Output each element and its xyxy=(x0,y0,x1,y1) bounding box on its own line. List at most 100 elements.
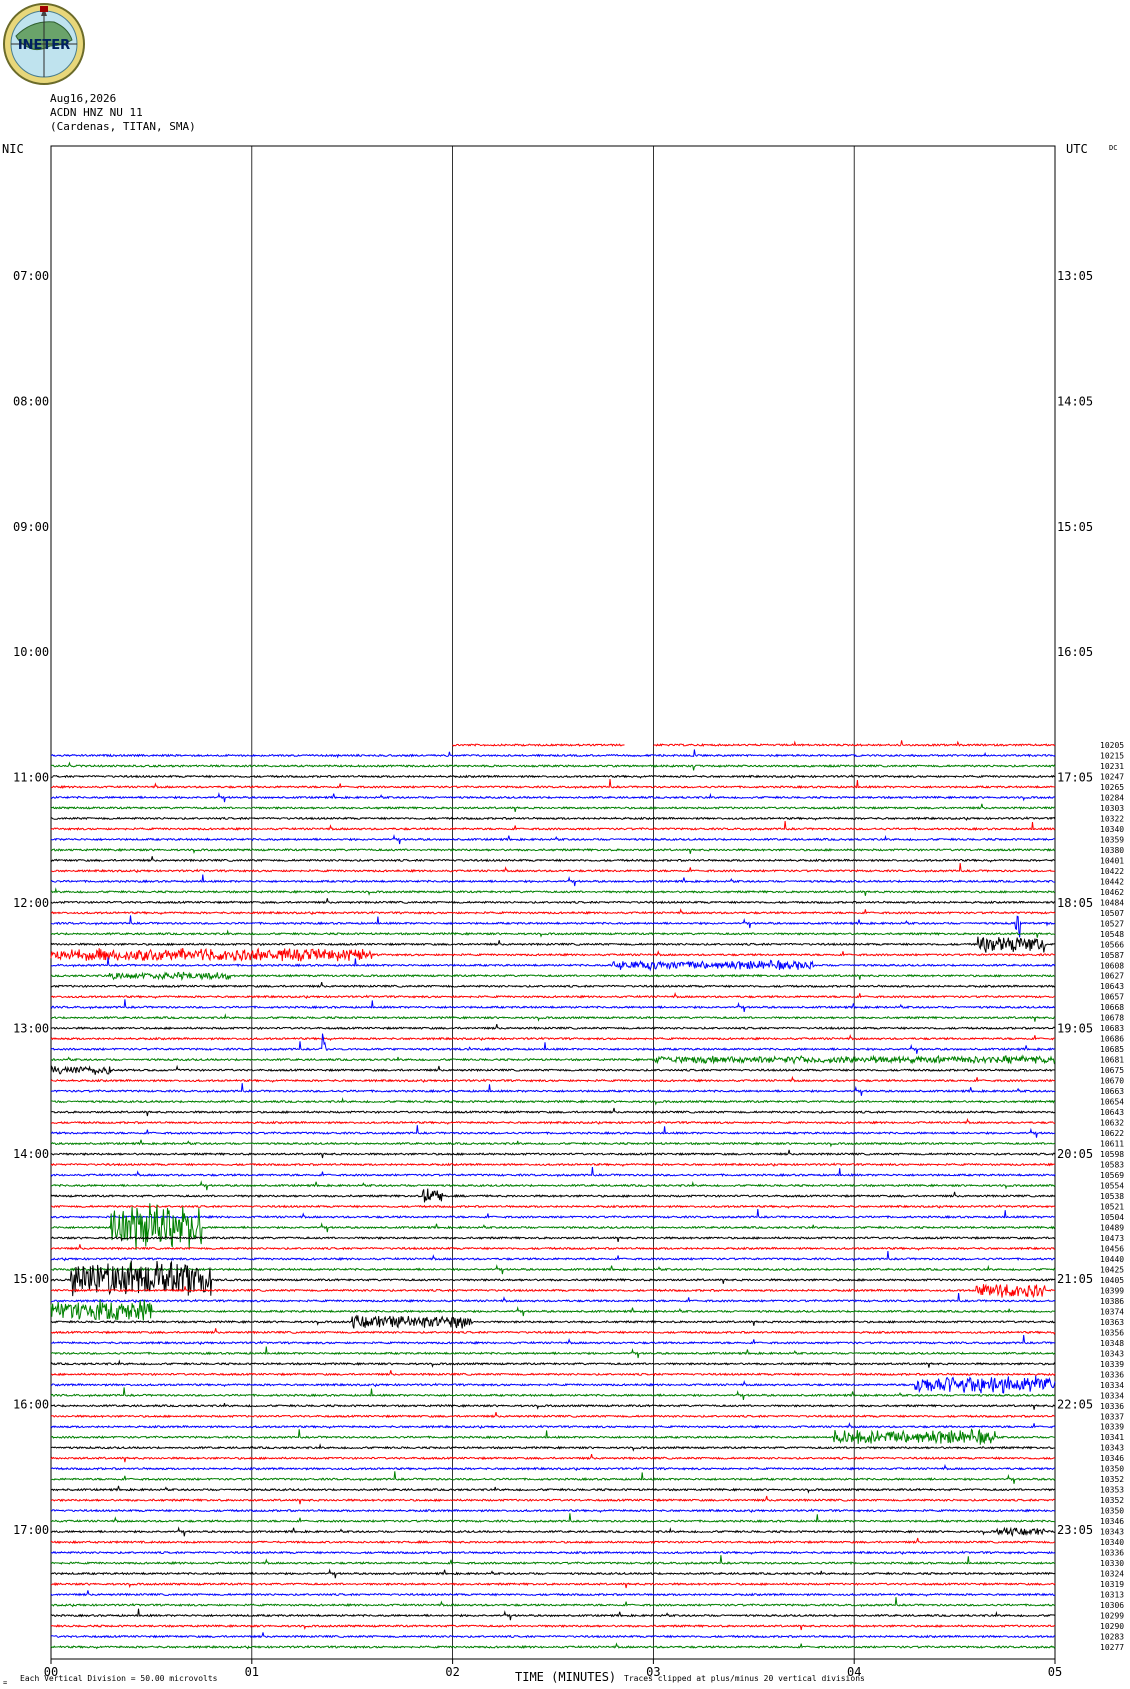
trace-rms-label: 10343 xyxy=(1100,1528,1124,1537)
trace-rms-label: 10231 xyxy=(1100,762,1124,771)
seismic-trace xyxy=(50,947,1056,963)
trace-rms-label: 10643 xyxy=(1100,982,1124,991)
trace-rms-label: 10356 xyxy=(1100,1328,1124,1337)
trace-rms-label: 10484 xyxy=(1100,898,1124,907)
x-tick-label: 02 xyxy=(445,1665,459,1679)
right-hour-label: 21:05 xyxy=(1057,1272,1093,1286)
trace-rms-label: 10608 xyxy=(1100,961,1124,970)
trace-rms-label: 10507 xyxy=(1100,909,1124,918)
seismic-trace xyxy=(50,834,1056,845)
trace-rms-label: 10611 xyxy=(1100,1140,1124,1149)
seismic-trace xyxy=(50,1422,1056,1430)
trace-rms-label: 10422 xyxy=(1100,867,1124,876)
seismic-trace xyxy=(51,1204,1056,1209)
seismic-trace xyxy=(50,1023,1056,1031)
seismic-trace xyxy=(452,740,1056,747)
left-hour-label: 08:00 xyxy=(13,394,49,408)
trace-rms-label: 10343 xyxy=(1100,1349,1124,1358)
x-axis-title: TIME (MINUTES) xyxy=(515,1670,616,1684)
trace-rms-label: 10440 xyxy=(1100,1255,1124,1264)
seismic-trace xyxy=(50,1139,1055,1148)
trace-rms-label: 10290 xyxy=(1100,1622,1124,1631)
trace-rms-label: 10215 xyxy=(1100,751,1124,760)
seismic-trace xyxy=(50,991,1056,1000)
scale-note: Each Vertical Division = 50.00 microvolt… xyxy=(20,1674,218,1683)
seismic-trace xyxy=(50,1471,1056,1484)
trace-rms-label: 10405 xyxy=(1100,1276,1124,1285)
seismic-trace xyxy=(50,1209,1056,1220)
seismic-trace xyxy=(50,1075,1056,1084)
trace-rms-label: 10425 xyxy=(1100,1265,1124,1274)
seismic-trace xyxy=(50,1180,1056,1191)
trace-rms-label: 10654 xyxy=(1100,1098,1124,1107)
seismic-trace xyxy=(50,1054,1056,1065)
trace-rms-label: 10343 xyxy=(1100,1444,1124,1453)
seismic-trace xyxy=(50,907,1056,916)
seismic-trace xyxy=(50,1250,1056,1262)
right-hour-label: 15:05 xyxy=(1057,520,1093,534)
seismic-trace xyxy=(50,1346,1056,1359)
trace-rms-label: 10334 xyxy=(1100,1381,1124,1390)
x-tick-label: 01 xyxy=(245,1665,259,1679)
trace-rms-label: 10678 xyxy=(1100,1014,1124,1023)
trace-rms-label: 10350 xyxy=(1100,1465,1124,1474)
trace-rms-label: 10322 xyxy=(1100,814,1124,823)
trace-rms-label: 10554 xyxy=(1100,1182,1124,1191)
helicorder-plot: 00 01 02 03 04 0507:00 13:0508:00 14:0509:00 15:… xyxy=(2,142,1124,1687)
seismic-trace xyxy=(50,929,1056,938)
trace-rms-label: 10306 xyxy=(1100,1601,1124,1610)
seismic-trace xyxy=(51,774,1056,779)
seismic-trace xyxy=(50,1359,1056,1368)
trace-rms-label: 10330 xyxy=(1100,1559,1124,1568)
trace-rms-label: 10473 xyxy=(1100,1234,1124,1243)
seismic-trace xyxy=(50,874,1056,887)
right-hour-label: 23:05 xyxy=(1057,1523,1093,1537)
right-hour-label: 22:05 xyxy=(1057,1398,1093,1412)
trace-rms-label: 10675 xyxy=(1100,1066,1124,1075)
trace-rms-label: 10340 xyxy=(1100,1538,1124,1547)
seismic-trace xyxy=(50,1370,1056,1377)
seismic-trace xyxy=(50,1299,1056,1321)
trace-rms-label: 10663 xyxy=(1100,1087,1124,1096)
seismic-trace xyxy=(50,1642,1056,1650)
seismic-trace xyxy=(50,1375,1056,1394)
seismic-trace xyxy=(50,1411,1055,1419)
trace-rms-label: 10334 xyxy=(1100,1391,1124,1400)
seismic-trace xyxy=(51,1568,1056,1579)
corner-mark: DC xyxy=(1109,144,1117,152)
seismic-trace xyxy=(50,1064,1056,1075)
trace-rms-label: 10348 xyxy=(1100,1339,1124,1348)
seismic-trace xyxy=(50,1582,1056,1589)
seismic-trace xyxy=(50,1387,1056,1400)
trace-rms-label: 10283 xyxy=(1100,1633,1124,1642)
right-hour-label: 17:05 xyxy=(1057,771,1093,785)
seismic-trace xyxy=(50,887,1055,896)
seismic-trace xyxy=(50,1125,1056,1138)
trace-rms-label: 10324 xyxy=(1100,1570,1124,1579)
trace-rms-label: 10548 xyxy=(1100,930,1124,939)
trace-rms-label: 10489 xyxy=(1100,1223,1124,1232)
seismic-trace xyxy=(50,1463,1056,1472)
seismic-trace xyxy=(50,1555,1056,1566)
seismic-trace xyxy=(50,1334,1056,1346)
seismic-trace xyxy=(50,1314,1056,1329)
seismic-trace xyxy=(50,1013,1056,1022)
label-group: 00 01 02 03 04 0507:00 13:0508:00 14:0509:00 15:… xyxy=(13,269,1124,1679)
trace-rms-label: 10336 xyxy=(1100,1402,1124,1411)
trace-rms-label: 10686 xyxy=(1100,1035,1124,1044)
trace-rms-label: 10339 xyxy=(1100,1423,1124,1432)
left-hour-label: 15:00 xyxy=(13,1272,49,1286)
trace-rms-label: 10303 xyxy=(1100,804,1124,813)
trace-rms-label: 10685 xyxy=(1100,1045,1124,1054)
seismic-trace xyxy=(50,856,1056,863)
seismic-trace xyxy=(50,1550,1056,1556)
seismic-trace xyxy=(50,1083,1056,1096)
seismic-trace xyxy=(50,1453,1056,1463)
trace-rms-label: 10399 xyxy=(1100,1286,1124,1295)
trace-rms-label: 10527 xyxy=(1100,919,1124,928)
trace-rms-label: 10521 xyxy=(1100,1202,1124,1211)
seismic-trace xyxy=(50,1526,1056,1537)
trace-rms-label: 10401 xyxy=(1100,856,1124,865)
trace-rms-label: 10583 xyxy=(1100,1161,1124,1170)
trace-rms-label: 10681 xyxy=(1100,1056,1124,1065)
